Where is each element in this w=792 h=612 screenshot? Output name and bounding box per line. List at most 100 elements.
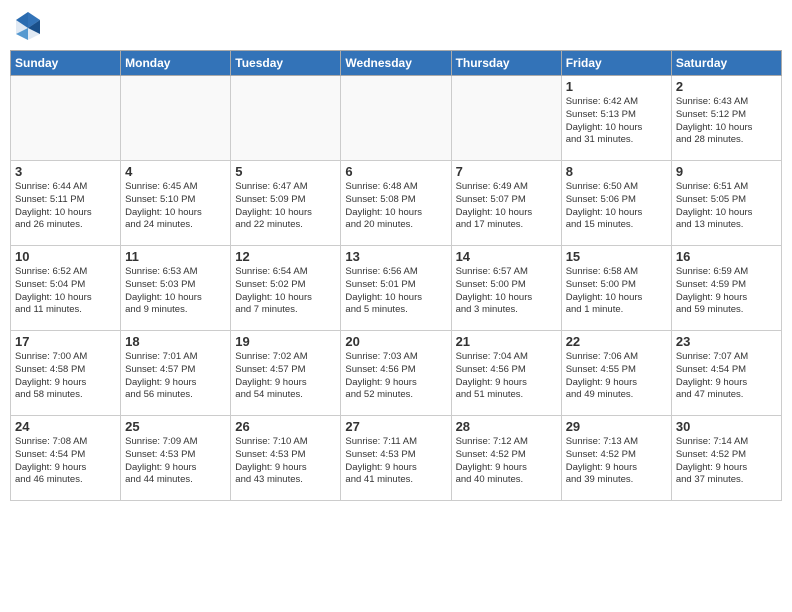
calendar-cell: 3 Sunrise: 6:44 AM Sunset: 5:11 PM Daylig… <box>11 161 121 246</box>
day-info: Sunrise: 7:00 AM Sunset: 4:58 PM Dayligh… <box>15 351 116 402</box>
day-number: 21 <box>456 334 557 349</box>
calendar-cell: 13 Sunrise: 6:56 AM Sunset: 5:01 PM Dayli… <box>341 246 451 331</box>
day-info: Sunrise: 6:51 AM Sunset: 5:05 PM Dayligh… <box>676 181 777 232</box>
day-info: Sunrise: 7:02 AM Sunset: 4:57 PM Dayligh… <box>235 351 336 402</box>
calendar-cell: 5Sunrise: 6:47 AM Sunset: 5:09 PM Daylig… <box>231 161 341 246</box>
day-number: 7 <box>456 164 557 179</box>
calendar-cell: 2 Sunrise: 6:43 AM Sunset: 5:12 PM Daylig… <box>671 76 781 161</box>
day-number: 9 <box>676 164 777 179</box>
day-info: Sunrise: 7:03 AM Sunset: 4:56 PM Dayligh… <box>345 351 446 402</box>
calendar-table: SundayMondayTuesdayWednesdayThursdayFrid… <box>10 50 782 501</box>
calendar-cell: 28 Sunrise: 7:12 AM Sunset: 4:52 PM Dayli… <box>451 416 561 501</box>
header-saturday: Saturday <box>671 51 781 76</box>
day-number: 27 <box>345 419 446 434</box>
day-number: 23 <box>676 334 777 349</box>
day-info: Sunrise: 6:56 AM Sunset: 5:01 PM Dayligh… <box>345 266 446 317</box>
day-info: Sunrise: 7:14 AM Sunset: 4:52 PM Dayligh… <box>676 436 777 487</box>
day-info: Sunrise: 7:09 AM Sunset: 4:53 PM Dayligh… <box>125 436 226 487</box>
calendar-cell: 21 Sunrise: 7:04 AM Sunset: 4:56 PM Dayli… <box>451 331 561 416</box>
calendar-cell: 12 Sunrise: 6:54 AM Sunset: 5:02 PM Dayli… <box>231 246 341 331</box>
day-number: 29 <box>566 419 667 434</box>
day-number: 6 <box>345 164 446 179</box>
calendar-cell: 23Sunrise: 7:07 AM Sunset: 4:54 PM Dayli… <box>671 331 781 416</box>
day-info: Sunrise: 6:47 AM Sunset: 5:09 PM Dayligh… <box>235 181 336 232</box>
calendar-cell: 17 Sunrise: 7:00 AM Sunset: 4:58 PM Dayli… <box>11 331 121 416</box>
header-monday: Monday <box>121 51 231 76</box>
day-number: 1 <box>566 79 667 94</box>
day-number: 26 <box>235 419 336 434</box>
calendar-cell: 11Sunrise: 6:53 AM Sunset: 5:03 PM Dayli… <box>121 246 231 331</box>
day-number: 24 <box>15 419 116 434</box>
day-number: 25 <box>125 419 226 434</box>
calendar-cell: 30 Sunrise: 7:14 AM Sunset: 4:52 PM Dayli… <box>671 416 781 501</box>
calendar-cell: 19 Sunrise: 7:02 AM Sunset: 4:57 PM Dayli… <box>231 331 341 416</box>
day-info: Sunrise: 7:06 AM Sunset: 4:55 PM Dayligh… <box>566 351 667 402</box>
calendar-cell: 14 Sunrise: 6:57 AM Sunset: 5:00 PM Dayli… <box>451 246 561 331</box>
calendar-cell: 8 Sunrise: 6:50 AM Sunset: 5:06 PM Daylig… <box>561 161 671 246</box>
day-number: 16 <box>676 249 777 264</box>
day-number: 28 <box>456 419 557 434</box>
header-sunday: Sunday <box>11 51 121 76</box>
calendar-cell: 26 Sunrise: 7:10 AM Sunset: 4:53 PM Dayli… <box>231 416 341 501</box>
calendar-cell: 25 Sunrise: 7:09 AM Sunset: 4:53 PM Dayli… <box>121 416 231 501</box>
day-number: 17 <box>15 334 116 349</box>
day-info: Sunrise: 6:54 AM Sunset: 5:02 PM Dayligh… <box>235 266 336 317</box>
day-info: Sunrise: 7:11 AM Sunset: 4:53 PM Dayligh… <box>345 436 446 487</box>
day-number: 4 <box>125 164 226 179</box>
calendar-week-1: 1 Sunrise: 6:42 AM Sunset: 5:13 PM Daylig… <box>11 76 782 161</box>
header-friday: Friday <box>561 51 671 76</box>
calendar-cell: 24 Sunrise: 7:08 AM Sunset: 4:54 PM Dayli… <box>11 416 121 501</box>
day-info: Sunrise: 7:10 AM Sunset: 4:53 PM Dayligh… <box>235 436 336 487</box>
day-number: 12 <box>235 249 336 264</box>
calendar-header-row: SundayMondayTuesdayWednesdayThursdayFrid… <box>11 51 782 76</box>
calendar-cell: 16 Sunrise: 6:59 AM Sunset: 4:59 PM Dayli… <box>671 246 781 331</box>
day-info: Sunrise: 6:44 AM Sunset: 5:11 PM Dayligh… <box>15 181 116 232</box>
page-header <box>10 10 782 42</box>
calendar-week-2: 3 Sunrise: 6:44 AM Sunset: 5:11 PM Daylig… <box>11 161 782 246</box>
header-tuesday: Tuesday <box>231 51 341 76</box>
header-wednesday: Wednesday <box>341 51 451 76</box>
day-info: Sunrise: 6:50 AM Sunset: 5:06 PM Dayligh… <box>566 181 667 232</box>
day-number: 15 <box>566 249 667 264</box>
day-info: Sunrise: 7:08 AM Sunset: 4:54 PM Dayligh… <box>15 436 116 487</box>
day-number: 19 <box>235 334 336 349</box>
day-number: 3 <box>15 164 116 179</box>
day-info: Sunrise: 6:58 AM Sunset: 5:00 PM Dayligh… <box>566 266 667 317</box>
header-thursday: Thursday <box>451 51 561 76</box>
day-info: Sunrise: 6:48 AM Sunset: 5:08 PM Dayligh… <box>345 181 446 232</box>
calendar-cell: 10 Sunrise: 6:52 AM Sunset: 5:04 PM Dayli… <box>11 246 121 331</box>
day-number: 30 <box>676 419 777 434</box>
day-info: Sunrise: 7:04 AM Sunset: 4:56 PM Dayligh… <box>456 351 557 402</box>
calendar-cell <box>451 76 561 161</box>
calendar-cell <box>341 76 451 161</box>
day-number: 2 <box>676 79 777 94</box>
day-number: 22 <box>566 334 667 349</box>
day-info: Sunrise: 6:49 AM Sunset: 5:07 PM Dayligh… <box>456 181 557 232</box>
calendar-cell: 6 Sunrise: 6:48 AM Sunset: 5:08 PM Daylig… <box>341 161 451 246</box>
day-number: 20 <box>345 334 446 349</box>
calendar-cell: 1 Sunrise: 6:42 AM Sunset: 5:13 PM Daylig… <box>561 76 671 161</box>
day-info: Sunrise: 7:12 AM Sunset: 4:52 PM Dayligh… <box>456 436 557 487</box>
calendar-cell <box>121 76 231 161</box>
day-info: Sunrise: 6:53 AM Sunset: 5:03 PM Dayligh… <box>125 266 226 317</box>
day-number: 8 <box>566 164 667 179</box>
calendar-cell: 18Sunrise: 7:01 AM Sunset: 4:57 PM Dayli… <box>121 331 231 416</box>
day-info: Sunrise: 6:43 AM Sunset: 5:12 PM Dayligh… <box>676 96 777 147</box>
day-info: Sunrise: 6:42 AM Sunset: 5:13 PM Dayligh… <box>566 96 667 147</box>
calendar-week-5: 24 Sunrise: 7:08 AM Sunset: 4:54 PM Dayli… <box>11 416 782 501</box>
day-number: 13 <box>345 249 446 264</box>
logo <box>14 10 46 42</box>
day-number: 10 <box>15 249 116 264</box>
calendar-cell: 29Sunrise: 7:13 AM Sunset: 4:52 PM Dayli… <box>561 416 671 501</box>
day-info: Sunrise: 6:52 AM Sunset: 5:04 PM Dayligh… <box>15 266 116 317</box>
day-info: Sunrise: 6:57 AM Sunset: 5:00 PM Dayligh… <box>456 266 557 317</box>
day-info: Sunrise: 6:59 AM Sunset: 4:59 PM Dayligh… <box>676 266 777 317</box>
calendar-cell <box>231 76 341 161</box>
calendar-cell: 9 Sunrise: 6:51 AM Sunset: 5:05 PM Daylig… <box>671 161 781 246</box>
calendar-week-4: 17 Sunrise: 7:00 AM Sunset: 4:58 PM Dayli… <box>11 331 782 416</box>
day-number: 18 <box>125 334 226 349</box>
calendar-cell: 4Sunrise: 6:45 AM Sunset: 5:10 PM Daylig… <box>121 161 231 246</box>
day-number: 14 <box>456 249 557 264</box>
calendar-cell: 7 Sunrise: 6:49 AM Sunset: 5:07 PM Daylig… <box>451 161 561 246</box>
calendar-cell: 15 Sunrise: 6:58 AM Sunset: 5:00 PM Dayli… <box>561 246 671 331</box>
